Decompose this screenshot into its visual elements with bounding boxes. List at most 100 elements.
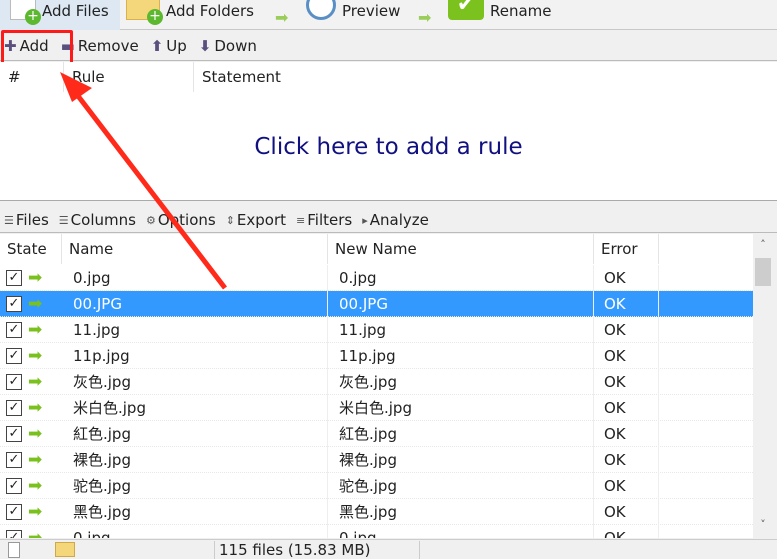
- table-row[interactable]: ✓ ➡ 0.jpg 0.jpg OK: [0, 525, 753, 538]
- cell-name: 紅色.jpg: [62, 421, 328, 447]
- cell-error: OK: [594, 265, 659, 291]
- scroll-down-icon[interactable]: ˅: [753, 518, 773, 531]
- row-checkbox[interactable]: ✓: [6, 374, 22, 390]
- column-header-state[interactable]: State: [0, 234, 62, 264]
- table-row[interactable]: ✓ ➡ 黑色.jpg 黑色.jpg OK: [0, 499, 753, 525]
- cell-error: OK: [594, 499, 659, 525]
- add-files-button[interactable]: + Add Files: [0, 0, 120, 30]
- cell-name: 裸色.jpg: [62, 447, 328, 473]
- files-table[interactable]: State Name New Name Error ✓ ➡ 0.jpg 0.jpg…: [0, 234, 753, 538]
- row-checkbox[interactable]: ✓: [6, 452, 22, 468]
- rules-toolbar: ✚ Add ▬ Remove ⬆ Up ⬇ Down: [0, 31, 777, 61]
- add-rule-prompt[interactable]: Click here to add a rule: [0, 134, 777, 160]
- rules-table[interactable]: # Rule Statement Click here to add a rul…: [0, 62, 777, 200]
- column-header-new-name[interactable]: New Name: [328, 234, 594, 264]
- cell-new-name: 灰色.jpg: [328, 369, 594, 395]
- arrow-right-icon: ➡: [28, 320, 43, 340]
- arrow-right-icon: ➡: [28, 528, 43, 538]
- scroll-up-icon[interactable]: ˄: [753, 238, 773, 251]
- cell-new-name: 0.jpg: [328, 265, 594, 291]
- column-header-statement[interactable]: Statement: [194, 62, 777, 92]
- files-toolbar: ☰ Files ☰ Columns ⚙ Options ⇕ Export ≡ Filter…: [0, 208, 777, 233]
- row-checkbox[interactable]: ✓: [6, 426, 22, 442]
- arrow-right-icon: ➡: [28, 346, 43, 366]
- pane-splitter[interactable]: [0, 200, 777, 208]
- cell-name: 11.jpg: [62, 317, 328, 343]
- cell-error: OK: [594, 369, 659, 395]
- row-checkbox[interactable]: ✓: [6, 322, 22, 338]
- table-row[interactable]: ✓ ➡ 0.jpg 0.jpg OK: [0, 265, 753, 291]
- table-row[interactable]: ✓ ➡ 灰色.jpg 灰色.jpg OK: [0, 369, 753, 395]
- cell-error: OK: [594, 343, 659, 369]
- column-header-name[interactable]: Name: [62, 234, 328, 264]
- arrow-right-icon: ➡: [418, 8, 432, 27]
- row-checkbox[interactable]: ✓: [6, 504, 22, 520]
- cell-new-name: 米白色.jpg: [328, 395, 594, 421]
- cell-name: 0.jpg: [62, 525, 328, 538]
- table-row[interactable]: ✓ ➡ 11p.jpg 11p.jpg OK: [0, 343, 753, 369]
- arrow-right-icon: ➡: [28, 398, 43, 418]
- cell-new-name: 黑色.jpg: [328, 499, 594, 525]
- add-folders-button[interactable]: + Add Folders: [126, 0, 254, 30]
- move-up-button[interactable]: ⬆ Up: [151, 37, 187, 55]
- list-icon: ☰: [4, 213, 14, 227]
- cell-name: 灰色.jpg: [62, 369, 328, 395]
- arrow-right-icon: ➡: [28, 502, 43, 522]
- cell-name: 00.JPG: [62, 291, 328, 317]
- magnifier-icon: [306, 0, 336, 20]
- status-bar: 115 files (15.83 MB): [0, 539, 777, 559]
- filters-menu[interactable]: ≡ Filters: [296, 211, 352, 229]
- move-down-button[interactable]: ⬇ Down: [199, 37, 257, 55]
- cell-name: 11p.jpg: [62, 343, 328, 369]
- table-row[interactable]: ✓ ➡ 裸色.jpg 裸色.jpg OK: [0, 447, 753, 473]
- options-icon: ⚙: [145, 213, 156, 227]
- column-header-error[interactable]: Error: [594, 234, 659, 264]
- analyze-menu[interactable]: ▸ Analyze: [362, 211, 429, 229]
- cell-new-name: 11.jpg: [328, 317, 594, 343]
- row-checkbox[interactable]: ✓: [6, 270, 22, 286]
- table-row[interactable]: ✓ ➡ 00.JPG 00.JPG OK: [0, 291, 753, 317]
- cell-error: OK: [594, 525, 659, 538]
- row-checkbox[interactable]: ✓: [6, 400, 22, 416]
- arrow-down-icon: ⬇: [198, 36, 212, 55]
- preview-button[interactable]: Preview: [306, 0, 400, 30]
- cell-new-name: 驼色.jpg: [328, 473, 594, 499]
- cell-error: OK: [594, 317, 659, 343]
- column-header-rule[interactable]: Rule: [64, 62, 194, 92]
- filter-icon: ≡: [296, 213, 306, 227]
- file-count-summary: 115 files (15.83 MB): [214, 541, 420, 559]
- vertical-scrollbar[interactable]: ˄ ˅: [753, 234, 773, 538]
- cell-new-name: 11p.jpg: [328, 343, 594, 369]
- cell-name: 0.jpg: [62, 265, 328, 291]
- table-row[interactable]: ✓ ➡ 驼色.jpg 驼色.jpg OK: [0, 473, 753, 499]
- arrow-right-icon: ➡: [275, 8, 289, 27]
- row-checkbox[interactable]: ✓: [6, 530, 22, 538]
- scrollbar-thumb[interactable]: [755, 258, 771, 286]
- main-toolbar: + Add Files + Add Folders ➡ Preview ➡ ✔ …: [0, 0, 777, 30]
- arrow-right-icon: ➡: [28, 424, 43, 444]
- export-menu[interactable]: ⇕ Export: [226, 211, 286, 229]
- arrow-up-icon: ⬆: [150, 36, 164, 55]
- column-header-number[interactable]: #: [0, 62, 64, 92]
- rename-button[interactable]: ✔ Rename: [448, 0, 552, 30]
- new-file-icon[interactable]: [8, 542, 20, 558]
- cell-new-name: 紅色.jpg: [328, 421, 594, 447]
- table-row[interactable]: ✓ ➡ 紅色.jpg 紅色.jpg OK: [0, 421, 753, 447]
- files-menu[interactable]: ☰ Files: [4, 211, 49, 229]
- row-checkbox[interactable]: ✓: [6, 478, 22, 494]
- folder-search-icon[interactable]: [55, 542, 75, 557]
- arrow-right-icon: ➡: [28, 268, 43, 288]
- row-checkbox[interactable]: ✓: [6, 296, 22, 312]
- cell-new-name: 裸色.jpg: [328, 447, 594, 473]
- cell-error: OK: [594, 447, 659, 473]
- options-menu[interactable]: ⚙ Options: [146, 211, 216, 229]
- table-row[interactable]: ✓ ➡ 11.jpg 11.jpg OK: [0, 317, 753, 343]
- table-row[interactable]: ✓ ➡ 米白色.jpg 米白色.jpg OK: [0, 395, 753, 421]
- cell-name: 米白色.jpg: [62, 395, 328, 421]
- export-icon: ⇕: [225, 213, 235, 227]
- cell-error: OK: [594, 395, 659, 421]
- row-checkbox[interactable]: ✓: [6, 348, 22, 364]
- checkmark-icon: ✔: [448, 0, 484, 20]
- arrow-right-icon: ➡: [28, 294, 43, 314]
- columns-menu[interactable]: ☰ Columns: [59, 211, 136, 229]
